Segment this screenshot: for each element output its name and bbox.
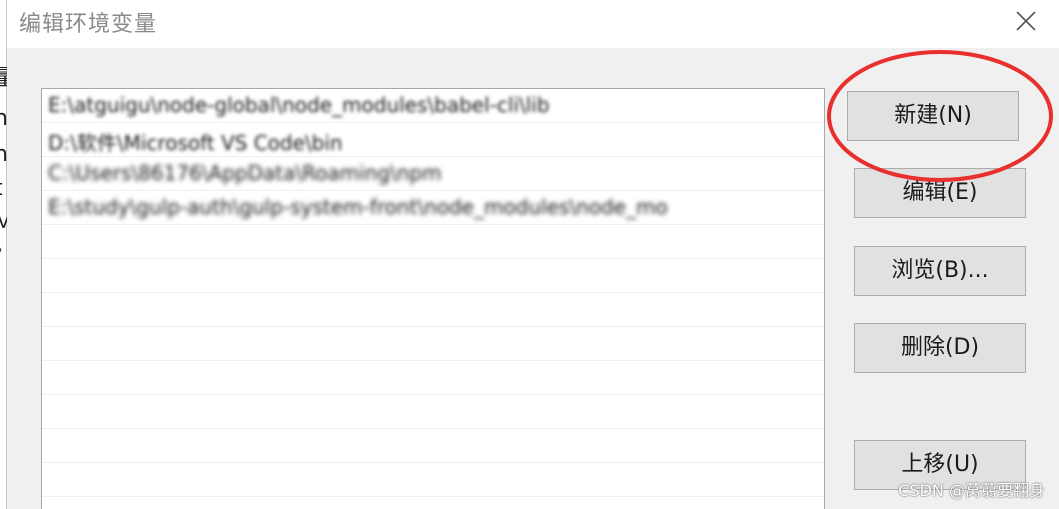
list-item[interactable]: E:\study\gulp-auth\gulp-system-front\nod… [42, 191, 824, 225]
close-button[interactable] [1011, 6, 1041, 36]
list-item[interactable]: E:\atguigu\node-global\node_modules\babe… [42, 89, 824, 123]
empty-row[interactable] [42, 327, 824, 361]
edit-button[interactable]: 编辑(E) [854, 168, 1026, 218]
browse-button[interactable]: 浏览(B)... [854, 246, 1026, 296]
list-item[interactable]: C:\Users\86176\AppData\Roaming\npm [42, 157, 824, 191]
path-list[interactable]: E:\atguigu\node-global\node_modules\babe… [41, 88, 825, 509]
dialog-title: 编辑环境变量 [19, 12, 158, 37]
empty-row[interactable] [42, 225, 824, 259]
delete-button[interactable]: 删除(D) [854, 323, 1026, 373]
empty-row[interactable] [42, 293, 824, 327]
empty-row[interactable] [42, 361, 824, 395]
path-entry: D:\软件\Microsoft VS Code\bin [48, 131, 343, 155]
close-icon [1016, 11, 1036, 31]
list-item[interactable]: D:\软件\Microsoft VS Code\bin [42, 123, 824, 157]
new-button[interactable]: 新建(N) [847, 91, 1019, 141]
title-bar: 编辑环境变量 [7, 0, 1059, 48]
edit-env-var-dialog: 编辑环境变量 E:\atguigu\node-global\node_modul… [7, 0, 1059, 509]
path-entry: E:\study\gulp-auth\gulp-system-front\nod… [48, 195, 668, 219]
path-entry: C:\Users\86176\AppData\Roaming\npm [48, 161, 442, 185]
empty-row[interactable] [42, 463, 824, 497]
background-window: 量 n n t M / [0, 0, 16, 509]
empty-row[interactable] [42, 429, 824, 463]
screen: 量 n n t M / 编辑环境变量 E:\atguigu\node-globa… [0, 0, 1059, 509]
path-entry: E:\atguigu\node-global\node_modules\babe… [48, 93, 550, 117]
empty-row[interactable] [42, 259, 824, 293]
empty-row[interactable] [42, 395, 824, 429]
watermark: CSDN @莴蒻要翻身 [898, 481, 1045, 500]
